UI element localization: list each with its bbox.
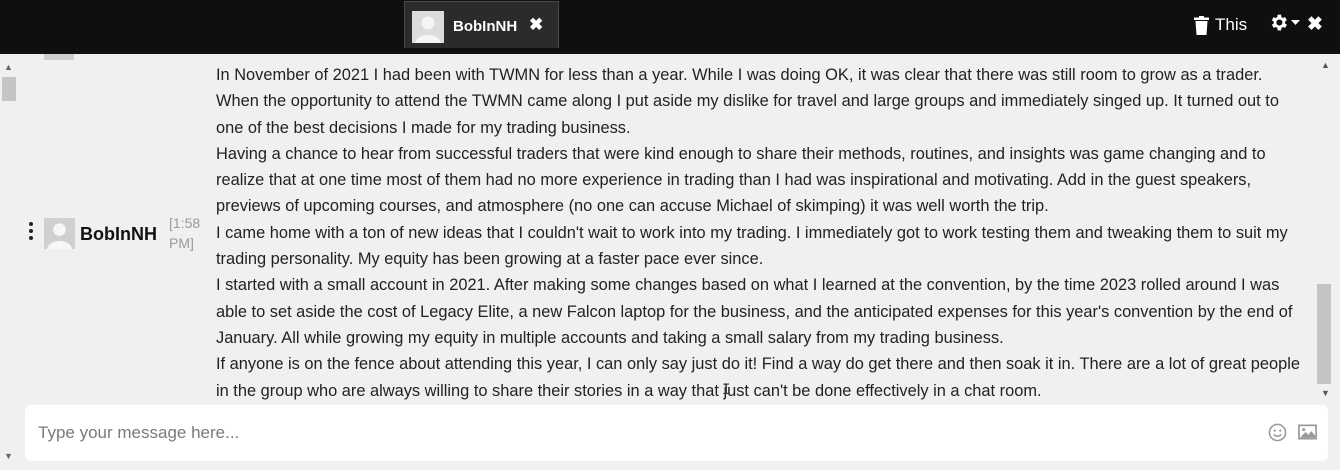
scroll-up-arrow-icon[interactable]: ▲ [1321, 60, 1330, 70]
scroll-thumb[interactable] [2, 77, 16, 101]
avatar [412, 11, 444, 43]
chat-tab-bobinnh[interactable]: BobInNH ✖ [404, 1, 559, 48]
message-paragraph: In November of 2021 I had been with TWMN… [216, 66, 1279, 137]
message-paragraph: If anyone is on the fence about attendin… [216, 355, 1300, 400]
trash-icon [1194, 15, 1209, 35]
chat-panel: ▲ ▼ BobInNH [1:58 PM] In November of 202… [0, 54, 1340, 470]
avatar[interactable] [44, 218, 75, 249]
emoji-icon[interactable] [1268, 423, 1287, 447]
scroll-thumb[interactable] [1317, 284, 1331, 384]
text-cursor-icon: I [722, 382, 731, 398]
message-author[interactable]: BobInNH [80, 224, 157, 245]
clear-label: This [1215, 15, 1248, 34]
scroll-up-arrow-icon[interactable]: ▲ [4, 62, 13, 72]
message-paragraph: I came home with a ton of new ideas that… [216, 223, 1288, 269]
tab-label: BobInNH [453, 18, 518, 35]
close-icon[interactable]: ✖ [1307, 13, 1323, 36]
message-paragraph: I started with a small account in 2021. … [216, 276, 1293, 347]
image-icon[interactable] [1298, 424, 1317, 445]
settings-dropdown-button[interactable] [1268, 12, 1300, 33]
scroll-down-arrow-icon[interactable]: ▼ [1321, 388, 1330, 398]
left-scrollbar[interactable]: ▲ ▼ [0, 54, 18, 470]
scroll-down-arrow-icon[interactable]: ▼ [4, 451, 13, 461]
message-options-icon[interactable] [26, 222, 36, 244]
caret-down-icon [1291, 19, 1300, 25]
avatar [44, 54, 74, 60]
tab-close-icon[interactable]: ✖ [529, 15, 543, 35]
top-bar: BobInNH ✖ This ✖ [0, 0, 1340, 50]
clear-this-button[interactable]: This [1194, 13, 1247, 37]
message-composer [25, 405, 1328, 461]
message-paragraph: Having a chance to hear from successful … [216, 144, 1266, 216]
gear-icon [1271, 14, 1287, 31]
message-timestamp: [1:58 PM] [169, 215, 201, 251]
message-body: In November of 2021 I had been with TWMN… [216, 62, 1306, 404]
message-scrollbar[interactable]: ▲ ▼ [1316, 54, 1334, 402]
message-input[interactable] [38, 421, 1238, 445]
top-actions: This ✖ [1186, 0, 1340, 50]
